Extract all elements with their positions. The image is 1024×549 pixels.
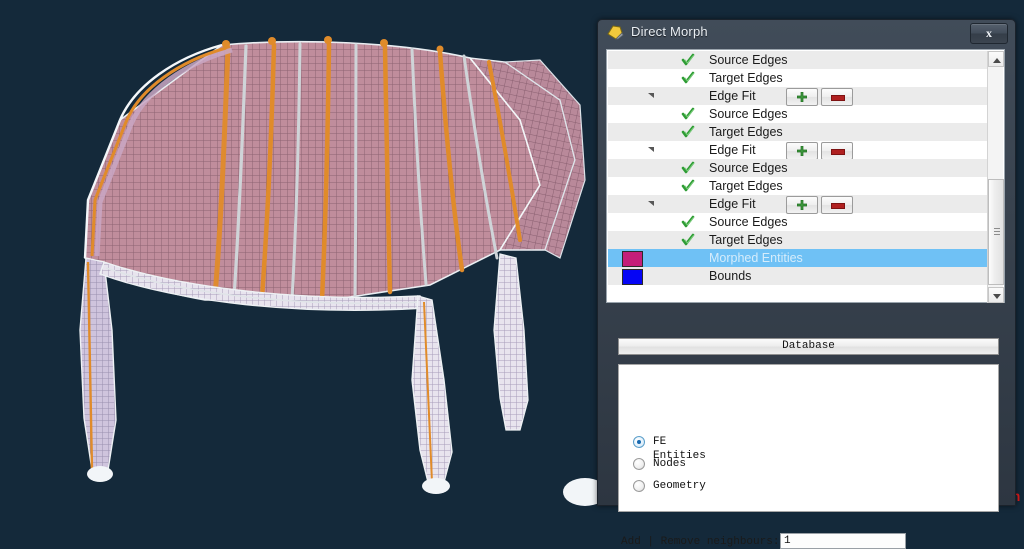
radio-dot-icon[interactable] bbox=[633, 480, 645, 492]
direct-morph-dialog[interactable]: Direct Morph x Source Edges Target Edges E… bbox=[597, 19, 1016, 549]
green-check-icon bbox=[681, 125, 695, 138]
minus-icon bbox=[831, 203, 845, 209]
tree-row-label: Edge Fit bbox=[709, 197, 756, 211]
color-swatch[interactable] bbox=[622, 269, 643, 285]
tree-row[interactable]: Source Edges bbox=[608, 213, 988, 231]
entity-mode-label: Nodes bbox=[653, 458, 687, 470]
tree-row-label: Source Edges bbox=[709, 161, 788, 175]
add-row-button[interactable] bbox=[786, 88, 818, 106]
tree-row[interactable]: Target Edges bbox=[608, 123, 988, 141]
green-check-icon bbox=[681, 215, 695, 228]
dialog-titlebar[interactable]: Direct Morph x bbox=[598, 20, 1015, 46]
remove-row-button[interactable] bbox=[821, 196, 853, 214]
tree-row[interactable]: Source Edges bbox=[608, 105, 988, 123]
tree-row-label: Target Edges bbox=[709, 233, 783, 247]
tree-row[interactable]: Edge Fit bbox=[608, 195, 988, 214]
database-button[interactable]: Database bbox=[618, 338, 999, 355]
expander-triangle-icon[interactable] bbox=[648, 147, 654, 152]
tree-row[interactable]: Target Edges bbox=[608, 177, 988, 195]
tree-row-label: Target Edges bbox=[709, 125, 783, 139]
green-check-icon bbox=[681, 179, 695, 192]
close-button[interactable]: x bbox=[970, 23, 1008, 44]
minus-icon bbox=[831, 149, 845, 155]
remove-row-button[interactable] bbox=[821, 88, 853, 106]
expander-triangle-icon[interactable] bbox=[648, 201, 654, 206]
radio-dot-icon[interactable] bbox=[633, 436, 645, 448]
tree-row-label: Morphed Entities bbox=[709, 251, 803, 265]
entity-tree-panel[interactable]: Source Edges Target Edges Edge Fit Source E… bbox=[606, 49, 1005, 303]
tree-row-label: Target Edges bbox=[709, 71, 783, 85]
fe-mesh-model bbox=[79, 36, 600, 506]
tree-row-label: Source Edges bbox=[709, 107, 788, 121]
green-check-icon bbox=[681, 161, 695, 174]
tree-row[interactable]: Edge Fit bbox=[608, 141, 988, 160]
plus-icon bbox=[797, 200, 807, 210]
radio-dot-icon[interactable] bbox=[633, 458, 645, 470]
tree-row-label: Edge Fit bbox=[709, 143, 756, 157]
tree-row-label: Target Edges bbox=[709, 179, 783, 193]
dialog-title: Direct Morph bbox=[631, 24, 708, 39]
green-check-icon bbox=[681, 71, 695, 84]
add-row-button[interactable] bbox=[786, 142, 818, 160]
tree-row[interactable]: Target Edges bbox=[608, 69, 988, 87]
green-check-icon bbox=[681, 53, 695, 66]
tree-row-label: Source Edges bbox=[709, 215, 788, 229]
entity-mode-label: Geometry bbox=[653, 480, 706, 492]
plus-icon bbox=[797, 146, 807, 156]
tree-row[interactable]: Morphed Entities bbox=[608, 249, 988, 267]
morph-icon bbox=[607, 25, 624, 40]
dialog-client-area: Source Edges Target Edges Edge Fit Source E… bbox=[604, 47, 1010, 549]
tree-row[interactable]: Bounds bbox=[608, 267, 988, 285]
tree-row-label: Source Edges bbox=[709, 53, 788, 67]
tree-row[interactable]: Edge Fit bbox=[608, 87, 988, 106]
plus-icon bbox=[797, 92, 807, 102]
tree-row[interactable]: Source Edges bbox=[608, 51, 988, 69]
neighbours-label: Add | Remove neighbours: bbox=[621, 536, 780, 548]
entity-tree[interactable]: Source Edges Target Edges Edge Fit Source E… bbox=[608, 51, 988, 301]
neighbours-input[interactable]: 1 bbox=[780, 533, 906, 549]
remove-row-button[interactable] bbox=[821, 142, 853, 160]
expander-triangle-icon[interactable] bbox=[648, 93, 654, 98]
tree-row-label: Bounds bbox=[709, 269, 752, 283]
tree-row[interactable]: Source Edges bbox=[608, 159, 988, 177]
color-swatch[interactable] bbox=[622, 251, 643, 267]
entity-mode-panel: FE Entities Nodes Geometry bbox=[618, 364, 999, 512]
minus-icon bbox=[831, 95, 845, 101]
scroll-down-arrow-icon[interactable] bbox=[988, 287, 1004, 303]
add-row-button[interactable] bbox=[786, 196, 818, 214]
green-check-icon bbox=[681, 107, 695, 120]
tree-row[interactable]: Target Edges bbox=[608, 231, 988, 249]
green-check-icon bbox=[681, 233, 695, 246]
scroll-thumb[interactable] bbox=[988, 179, 1004, 285]
tree-row-label: Edge Fit bbox=[709, 89, 756, 103]
tree-scrollbar[interactable] bbox=[987, 51, 1004, 303]
scroll-up-arrow-icon[interactable] bbox=[988, 51, 1004, 67]
